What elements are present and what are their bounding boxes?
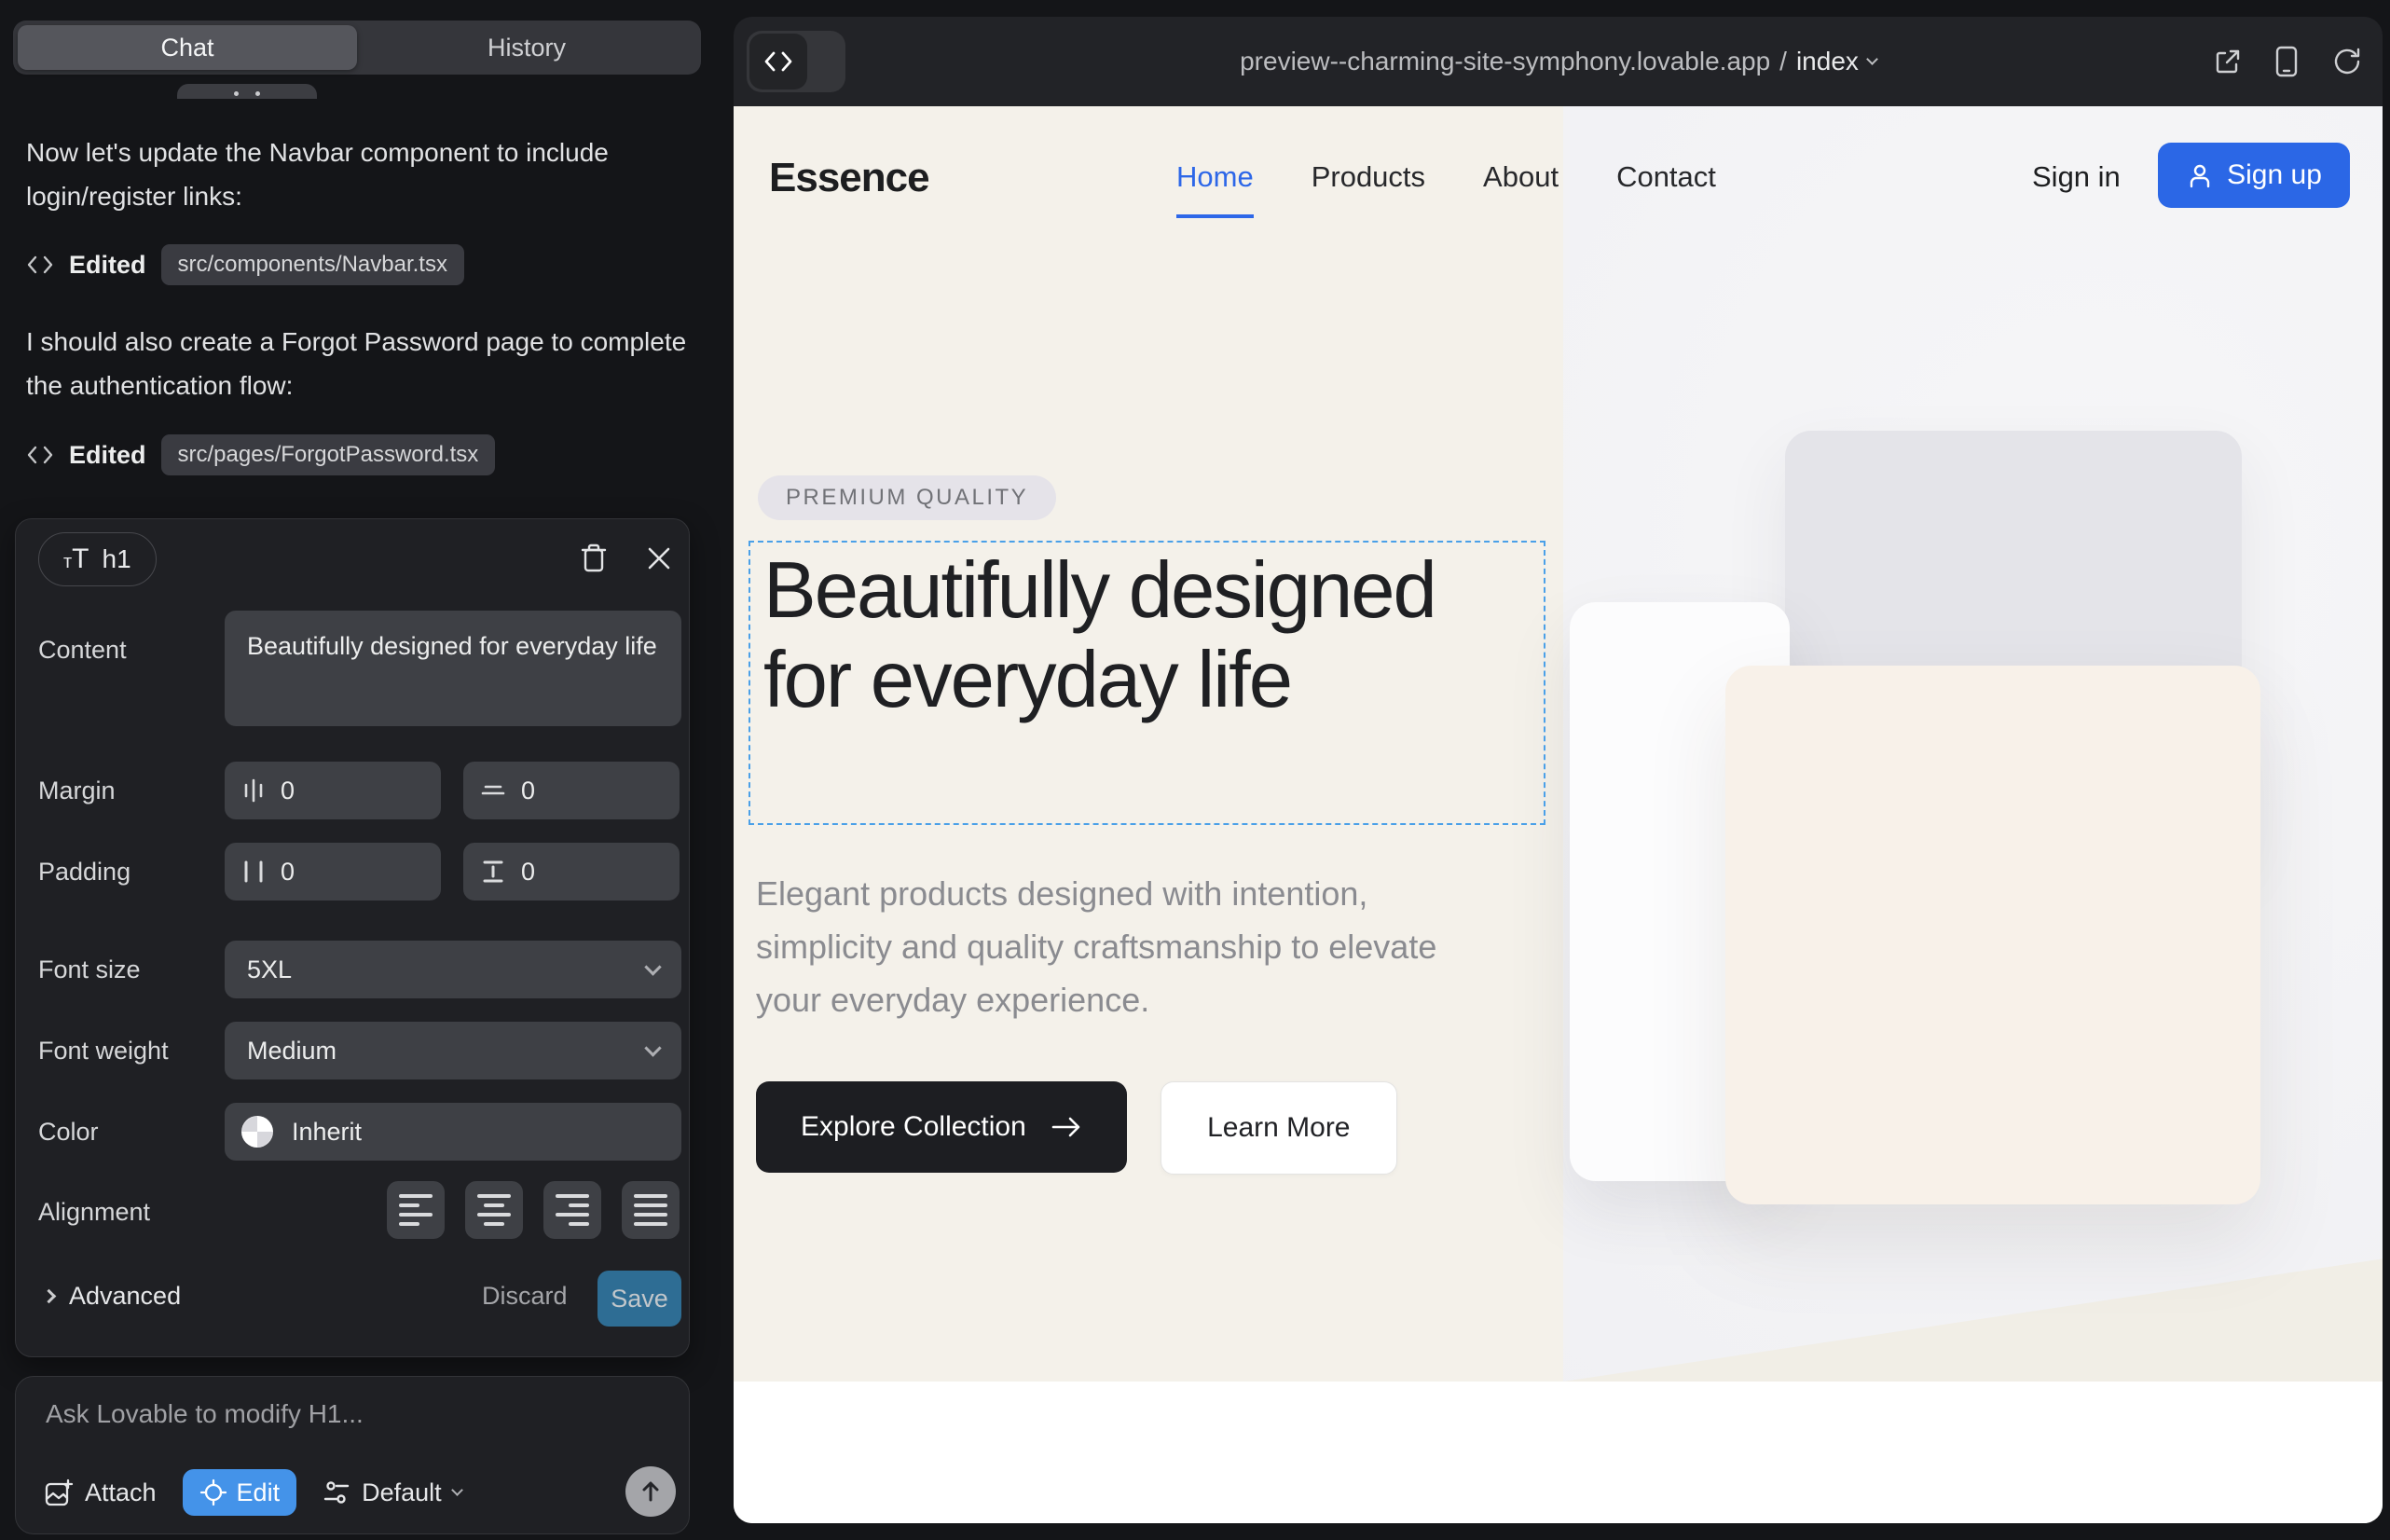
content-label: Content (38, 636, 127, 665)
margin-label: Margin (38, 777, 116, 805)
align-right-button[interactable] (543, 1181, 601, 1239)
file-chip[interactable]: src/pages/ForgotPassword.tsx (161, 434, 496, 475)
nav-links: Home Products About Contact (1176, 160, 1716, 218)
site-logo[interactable]: Essence (769, 155, 929, 201)
chat-message: Now let's update the Navbar component to… (26, 131, 690, 218)
arrow-right-icon (1051, 1115, 1082, 1139)
chat-message: I should also create a Forgot Password p… (26, 320, 690, 407)
code-icon (26, 253, 54, 277)
browser-chrome: preview--charming-site-symphony.lovable.… (734, 17, 2383, 106)
arrow-up-icon (639, 1479, 663, 1504)
edited-label: Edited (69, 441, 146, 470)
color-swatch (241, 1116, 273, 1148)
align-center-button[interactable] (465, 1181, 523, 1239)
selected-heading-outline[interactable]: Beautifully designed for everyday life (749, 541, 1545, 825)
chevron-down-icon (451, 1484, 463, 1496)
next-section (734, 1382, 2383, 1523)
margin-x-input[interactable]: 0 (225, 762, 441, 819)
nav-link-about[interactable]: About (1483, 160, 1559, 218)
prompt-input[interactable] (44, 1397, 659, 1453)
edited-file-row: Edited src/pages/ForgotPassword.tsx (26, 434, 495, 475)
model-default-select[interactable]: Default (323, 1478, 461, 1507)
site-navbar: Essence Home Products About Contact Sign… (734, 106, 2383, 246)
app-window: Chat History Now let's update the Navbar… (0, 0, 2390, 1540)
close-editor-button[interactable] (639, 538, 680, 579)
user-icon (2186, 161, 2214, 189)
preview-browser-window: preview--charming-site-symphony.lovable.… (734, 17, 2383, 1523)
align-left-button[interactable] (387, 1181, 445, 1239)
chevron-down-icon (644, 1039, 661, 1056)
target-icon (199, 1478, 227, 1506)
premium-quality-badge: PREMIUM QUALITY (758, 475, 1056, 520)
alignment-label: Alignment (38, 1198, 150, 1227)
edited-file-row: Edited src/components/Navbar.tsx (26, 244, 464, 285)
color-select[interactable]: Inherit (225, 1103, 681, 1161)
tab-chat[interactable]: Chat (18, 25, 357, 70)
refresh-icon[interactable] (2330, 47, 2360, 76)
chat-history-tabbar: Chat History (13, 21, 701, 75)
edited-label: Edited (69, 251, 146, 280)
nav-link-products[interactable]: Products (1312, 160, 1425, 218)
open-external-icon[interactable] (2213, 47, 2243, 76)
preview-url: preview--charming-site-symphony.lovable.… (1240, 47, 1770, 76)
alignment-group (387, 1181, 680, 1239)
hero-cream-card (1725, 666, 2260, 1204)
sign-in-link[interactable]: Sign in (2032, 160, 2121, 194)
explore-collection-button[interactable]: Explore Collection (756, 1081, 1127, 1173)
font-size-label: Font size (38, 956, 141, 984)
edit-mode-button[interactable]: Edit (183, 1469, 297, 1516)
content-input[interactable]: Beautifully designed for everyday life (225, 611, 681, 726)
sign-up-button[interactable]: Sign up (2158, 143, 2350, 208)
advanced-toggle[interactable]: Advanced (44, 1282, 181, 1311)
font-weight-select[interactable]: Medium (225, 1022, 681, 1079)
margin-x-icon (241, 777, 266, 804)
margin-y-icon (480, 778, 506, 803)
route-name: index (1796, 47, 1859, 76)
sliders-icon (323, 1478, 350, 1506)
file-chip[interactable]: src/components/Navbar.tsx (161, 244, 464, 285)
nav-link-home[interactable]: Home (1176, 160, 1254, 218)
chevron-right-icon (42, 1289, 57, 1304)
tag-label: h1 (103, 544, 131, 574)
padding-y-input[interactable]: 0 (463, 843, 680, 901)
discard-button[interactable]: Discard (482, 1282, 568, 1311)
chrome-actions (2213, 17, 2360, 106)
code-icon (26, 443, 54, 467)
learn-more-button[interactable]: Learn More (1161, 1081, 1397, 1175)
chevron-down-icon (1866, 53, 1878, 65)
font-size-select[interactable]: 5XL (225, 941, 681, 998)
prompt-toolbar: Attach Edit Default (44, 1466, 663, 1519)
url-bar[interactable]: preview--charming-site-symphony.lovable.… (734, 17, 2383, 106)
selected-element-tag[interactable]: тT h1 (38, 532, 157, 586)
hero-heading: Beautifully designed for everyday life (763, 546, 1469, 725)
type-icon: тT (63, 543, 89, 575)
element-editor-panel: тT h1 Content Beautifully designed for e… (15, 518, 690, 1357)
color-label: Color (38, 1118, 99, 1147)
attach-image-icon (44, 1478, 74, 1507)
tab-history[interactable]: History (357, 25, 696, 70)
hero-cta-row: Explore Collection Learn More (756, 1081, 1397, 1175)
save-button[interactable]: Save (598, 1271, 681, 1327)
attach-button[interactable]: Attach (44, 1478, 157, 1507)
margin-y-input[interactable]: 0 (463, 762, 680, 819)
nav-link-contact[interactable]: Contact (1616, 160, 1716, 218)
mobile-view-icon[interactable] (2274, 46, 2299, 77)
align-justify-button[interactable] (622, 1181, 680, 1239)
hero-paragraph: Elegant products designed with intention… (756, 867, 1502, 1026)
padding-label: Padding (38, 858, 130, 887)
url-separator: / (1779, 47, 1787, 76)
padding-y-icon (480, 859, 506, 885)
site-page: Essence Home Products About Contact Sign… (734, 106, 2383, 1523)
padding-x-icon (241, 859, 266, 885)
delete-element-button[interactable] (573, 538, 614, 579)
font-weight-label: Font weight (38, 1037, 169, 1066)
scrolled-message-peek (177, 84, 317, 99)
prompt-box: Attach Edit Default (15, 1376, 690, 1534)
send-button[interactable] (625, 1466, 676, 1517)
padding-x-input[interactable]: 0 (225, 843, 441, 901)
chevron-down-icon (644, 958, 661, 975)
